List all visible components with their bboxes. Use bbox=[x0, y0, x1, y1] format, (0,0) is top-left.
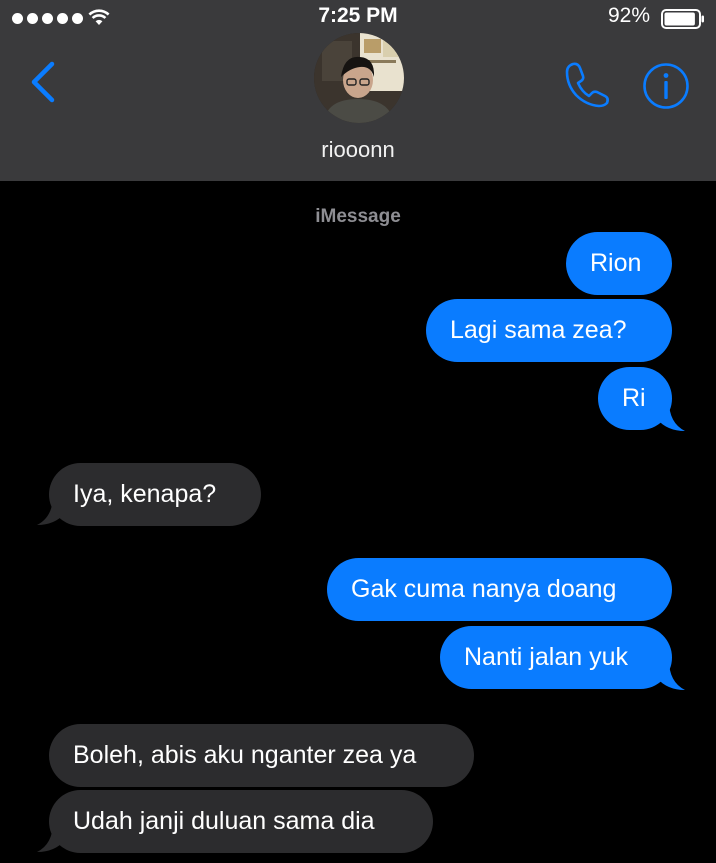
info-icon[interactable] bbox=[641, 61, 691, 111]
incoming-message[interactable]: Boleh, abis aku nganter zea ya bbox=[49, 724, 474, 787]
contact-name[interactable]: riooonn bbox=[0, 137, 716, 163]
outgoing-message[interactable]: Nanti jalan yuk bbox=[440, 626, 672, 689]
battery-icon bbox=[661, 9, 704, 29]
incoming-bubble-tail bbox=[37, 822, 65, 852]
phone-icon[interactable] bbox=[562, 59, 612, 109]
status-bar: 7:25 PM 92% bbox=[0, 0, 716, 36]
outgoing-message[interactable]: Lagi sama zea? bbox=[426, 299, 672, 362]
incoming-bubble-tail bbox=[37, 495, 65, 525]
outgoing-bubble-tail bbox=[657, 401, 685, 431]
outgoing-message[interactable]: Gak cuma nanya doang bbox=[327, 558, 672, 621]
contact-avatar[interactable] bbox=[314, 33, 404, 123]
battery-percentage: 92% bbox=[607, 4, 650, 27]
service-label: iMessage bbox=[315, 206, 401, 227]
back-button[interactable] bbox=[26, 58, 60, 106]
outgoing-bubble-tail bbox=[657, 660, 685, 690]
incoming-message[interactable]: Iya, kenapa? bbox=[49, 463, 261, 526]
incoming-message[interactable]: Udah janji duluan sama dia bbox=[49, 790, 433, 853]
conversation-header: 7:25 PM 92% riooonn bbox=[0, 0, 716, 181]
outgoing-message[interactable]: Rion bbox=[566, 232, 672, 295]
